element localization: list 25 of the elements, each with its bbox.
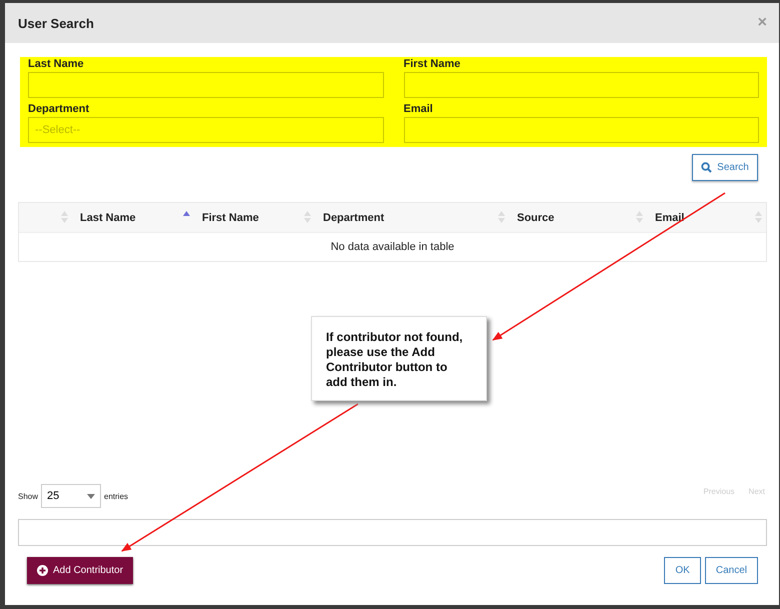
field-label: Last Name xyxy=(28,57,85,72)
plus-circle-icon xyxy=(37,565,48,576)
field-label: Email xyxy=(404,102,434,117)
empty-table-message: No data available in table xyxy=(19,232,766,261)
callout-note: If contributor not found, please use the Add Contributor button to add them in. xyxy=(311,316,487,401)
dialog-button[interactable]: OK xyxy=(664,557,701,584)
column-header[interactable]: Department xyxy=(315,203,509,232)
page-length-select[interactable]: 25 xyxy=(41,484,102,508)
column-header[interactable]: Source xyxy=(509,203,647,232)
column-header[interactable]: First Name xyxy=(194,203,315,232)
column-header[interactable]: Last Name xyxy=(72,203,194,232)
show-label: Show xyxy=(18,492,38,500)
caret-icon xyxy=(87,494,96,498)
input-field[interactable] xyxy=(28,72,384,98)
search-button[interactable]: Search xyxy=(692,154,758,181)
dialog-button[interactable]: Cancel xyxy=(704,557,758,584)
field-label: Department xyxy=(28,102,90,117)
dialog-title: User Search xyxy=(18,16,94,30)
input-field[interactable] xyxy=(404,72,759,98)
search-icon xyxy=(701,162,712,173)
input-field[interactable] xyxy=(404,117,759,143)
entries-label: entries xyxy=(104,492,128,500)
add-contributor-button[interactable]: Add Contributor xyxy=(27,557,134,584)
column-header[interactable]: Email xyxy=(647,203,766,232)
field-label: First Name xyxy=(404,57,462,72)
